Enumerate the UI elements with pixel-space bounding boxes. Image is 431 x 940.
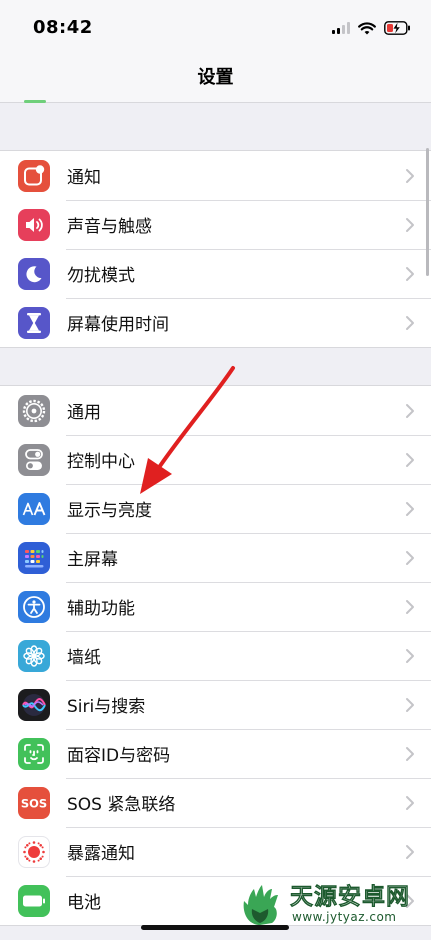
siri-icon <box>18 688 50 721</box>
sos-icon: SOS <box>18 786 50 819</box>
settings-row-label: 电池 <box>67 893 101 913</box>
notifications-icon <box>18 159 50 192</box>
watermark: 天源安卓网 www.jytyaz.com <box>238 882 428 928</box>
chevron-right-icon <box>406 795 414 810</box>
settings-row-home-screen[interactable]: 主屏幕 <box>0 533 431 582</box>
settings-row-control-center[interactable]: 控制中心 <box>0 435 431 484</box>
settings-row-label: 暴露通知 <box>67 844 135 864</box>
chevron-right-icon <box>406 550 414 565</box>
settings-row-label: 面容ID与密码 <box>67 746 171 766</box>
svg-text:SOS: SOS <box>21 796 47 810</box>
settings-row-emergency-sos[interactable]: SOS SOS 紧急联络 <box>0 778 431 827</box>
settings-row-label: 主屏幕 <box>67 550 118 570</box>
status-bar: 08:42 <box>0 0 431 56</box>
settings-row-wallpaper[interactable]: 墙纸 <box>0 631 431 680</box>
accessibility-icon <box>18 590 50 623</box>
watermark-logo-icon <box>243 885 278 925</box>
settings-row-do-not-disturb[interactable]: 勿扰模式 <box>0 249 431 298</box>
settings-row-label: Siri与搜索 <box>67 697 146 717</box>
chevron-right-icon <box>406 315 414 330</box>
home-screen-icon <box>18 541 50 574</box>
hourglass-icon <box>18 306 50 339</box>
settings-row-face-id-passcode[interactable]: 面容ID与密码 <box>0 729 431 778</box>
settings-row-label: 通知 <box>67 168 101 188</box>
moon-icon <box>18 257 50 290</box>
settings-group-1: 通知 声音与触感 勿扰模式 屏幕使用时间 <box>0 150 431 348</box>
chevron-right-icon <box>406 168 414 183</box>
settings-row-general[interactable]: 通用 <box>0 386 431 435</box>
flower-icon <box>18 639 50 672</box>
settings-row-label: SOS 紧急联络 <box>67 795 176 815</box>
exposure-icon <box>18 835 50 868</box>
settings-row-screen-time[interactable]: 屏幕使用时间 <box>0 298 431 347</box>
gear-icon <box>18 394 50 427</box>
settings-group-2: 通用 控制中心 显示与亮度 主屏幕 辅助功能 墙纸 Siri与搜索 面容ID与密… <box>0 385 431 926</box>
chevron-right-icon <box>406 648 414 663</box>
settings-row-label: 屏幕使用时间 <box>67 315 169 335</box>
speaker-icon <box>18 208 50 241</box>
settings-row-notifications[interactable]: 通知 <box>0 151 431 200</box>
battery-setting-icon <box>18 884 50 917</box>
chevron-right-icon <box>406 266 414 281</box>
settings-row-exposure-notifications[interactable]: 暴露通知 <box>0 827 431 876</box>
settings-row-label: 通用 <box>67 403 101 423</box>
settings-row-label: 显示与亮度 <box>67 501 152 521</box>
settings-row-label: 声音与触感 <box>67 217 152 237</box>
settings-row-label: 辅助功能 <box>67 599 135 619</box>
chevron-right-icon <box>406 697 414 712</box>
face-id-icon <box>18 737 50 770</box>
watermark-title: 天源安卓网 <box>290 884 410 911</box>
peek-row-edge <box>24 100 46 103</box>
status-icons <box>332 19 411 37</box>
chevron-right-icon <box>406 599 414 614</box>
chevron-right-icon <box>406 403 414 418</box>
chevron-right-icon <box>406 844 414 859</box>
settings-row-accessibility[interactable]: 辅助功能 <box>0 582 431 631</box>
chevron-right-icon <box>406 452 414 467</box>
chevron-right-icon <box>406 501 414 516</box>
scroll-indicator[interactable] <box>426 148 429 276</box>
watermark-url: www.jytyaz.com <box>292 910 397 924</box>
chevron-right-icon <box>406 746 414 761</box>
chevron-right-icon <box>406 217 414 232</box>
battery-charging-icon <box>384 21 410 35</box>
text-size-icon <box>18 492 50 525</box>
navigation-bar: 设置 <box>0 56 431 103</box>
settings-row-label: 控制中心 <box>67 452 135 472</box>
home-indicator[interactable] <box>141 925 289 930</box>
toggles-icon <box>18 443 50 476</box>
cellular-signal-icon <box>332 22 350 34</box>
settings-row-label: 勿扰模式 <box>67 266 135 286</box>
wifi-icon <box>358 21 376 34</box>
settings-row-display-brightness[interactable]: 显示与亮度 <box>0 484 431 533</box>
status-time: 08:42 <box>33 17 93 38</box>
settings-row-sounds[interactable]: 声音与触感 <box>0 200 431 249</box>
settings-row-label: 墙纸 <box>67 648 101 668</box>
settings-row-siri-search[interactable]: Siri与搜索 <box>0 680 431 729</box>
page-title: 设置 <box>197 67 234 88</box>
